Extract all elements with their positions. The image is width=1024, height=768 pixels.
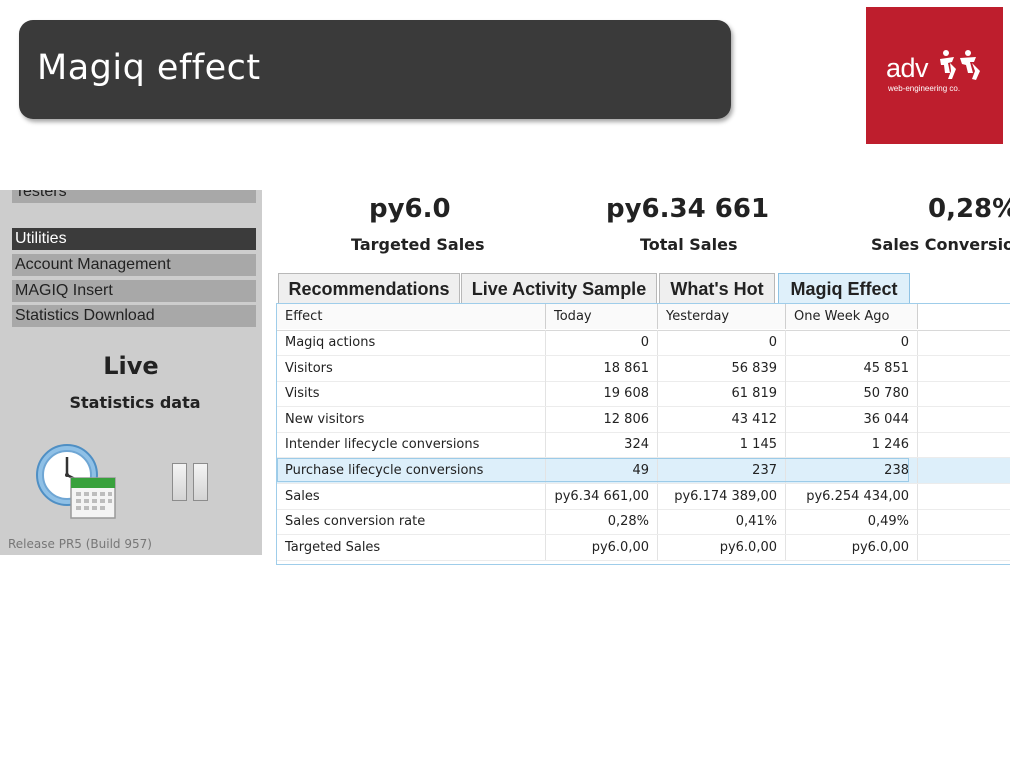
table-row[interactable]: New visitors 12 806 43 412 36 044: [277, 406, 1010, 433]
magiq-effect-table: Effect Today Yesterday One Week Ago Magi…: [276, 303, 1010, 565]
table-row[interactable]: Visits 19 608 61 819 50 780: [277, 381, 1010, 408]
sidebar-item-utilities[interactable]: Utilities: [12, 228, 256, 250]
row-divider: [277, 559, 1010, 561]
row-label-cell: Targeted Sales: [277, 534, 546, 560]
stat-sales-conversion-label: Sales Conversion: [871, 235, 1010, 254]
row-value-cell: 0: [546, 330, 658, 355]
app-screenshot: Testers Utilities Account Management MAG…: [0, 190, 1010, 570]
company-logo: adv web-engineering co.: [866, 7, 1003, 144]
row-value-cell: 56 839: [658, 355, 786, 381]
sidebar-item-testers[interactable]: Testers: [12, 190, 256, 203]
row-value-cell: 0,28%: [546, 509, 658, 535]
stat-sales-conversion-value: 0,28%: [928, 194, 1010, 224]
table-row[interactable]: Sales conversion rate 0,28% 0,41% 0,49%: [277, 509, 1010, 536]
column-header-today[interactable]: Today: [546, 304, 658, 329]
tab-magiq-effect[interactable]: Magiq Effect: [778, 273, 910, 304]
row-label-cell: Visits: [277, 381, 546, 407]
tab-recommendations[interactable]: Recommendations: [278, 273, 460, 303]
row-value-cell: py6.34 661,00: [546, 483, 658, 509]
selection-outline: [277, 458, 909, 482]
slide-title: Magiq effect: [37, 48, 261, 88]
pause-bar-left: [172, 463, 187, 501]
logo-subtitle: web-engineering co.: [888, 84, 961, 93]
sidebar: Testers Utilities Account Management MAG…: [0, 190, 262, 555]
table-row[interactable]: Magiq actions 0 0 0: [277, 330, 1010, 356]
row-value-cell: 0: [658, 330, 786, 355]
row-value-cell: 0,49%: [786, 509, 918, 535]
row-value-cell: 1 145: [658, 432, 786, 458]
table-row[interactable]: Targeted Sales py6.0,00 py6.0,00 py6.0,00: [277, 534, 1010, 561]
column-header-yesterday[interactable]: Yesterday: [658, 304, 786, 329]
row-value-cell: py6.0,00: [786, 534, 918, 560]
table-row[interactable]: Intender lifecycle conversions 324 1 145 1 …: [277, 432, 1010, 459]
row-value-cell: 0: [786, 330, 918, 355]
clock-calendar-icon[interactable]: [33, 442, 121, 524]
table-row[interactable]: Sales py6.34 661,00 py6.174 389,00 py6.254 …: [277, 483, 1010, 510]
row-label-cell: Intender lifecycle conversions: [277, 432, 546, 458]
live-subtitle: Statistics data: [69, 393, 201, 412]
table-row[interactable]: Visitors 18 861 56 839 45 851: [277, 355, 1010, 382]
stat-targeted-sales-value: py6.0: [369, 194, 451, 224]
title-banner: Magiq effect: [19, 20, 731, 119]
sidebar-item-magiq-insert[interactable]: MAGIQ Insert: [12, 280, 256, 302]
row-label-cell: Magiq actions: [277, 330, 546, 355]
row-value-cell: py6.0,00: [658, 534, 786, 560]
row-value-cell: 1 246: [786, 432, 918, 458]
row-label-cell: New visitors: [277, 406, 546, 432]
row-value-cell: 43 412: [658, 406, 786, 432]
row-value-cell: 324: [546, 432, 658, 458]
row-value-cell: py6.254 434,00: [786, 483, 918, 509]
row-value-cell: py6.174 389,00: [658, 483, 786, 509]
sidebar-item-statistics-download[interactable]: Statistics Download: [12, 305, 256, 327]
pause-bar-right: [193, 463, 208, 501]
column-header-effect[interactable]: Effect: [277, 304, 546, 329]
sidebar-item-account-management[interactable]: Account Management: [12, 254, 256, 276]
row-value-cell: 61 819: [658, 381, 786, 407]
row-label-cell: Sales conversion rate: [277, 509, 546, 535]
row-label-cell: Visitors: [277, 355, 546, 381]
row-value-cell: py6.0,00: [546, 534, 658, 560]
live-title: Live: [103, 352, 159, 380]
release-label: Release PR5 (Build 957): [8, 537, 152, 551]
row-value-cell: 45 851: [786, 355, 918, 381]
stat-total-sales-label: Total Sales: [640, 235, 738, 254]
row-value-cell: 19 608: [546, 381, 658, 407]
pause-icon[interactable]: [172, 463, 214, 503]
tab-whats-hot[interactable]: What's Hot: [659, 273, 775, 303]
stat-targeted-sales-label: Targeted Sales: [351, 235, 485, 254]
tab-live-activity-sample[interactable]: Live Activity Sample: [461, 273, 657, 303]
row-value-cell: 0,41%: [658, 509, 786, 535]
row-label-cell: Sales: [277, 483, 546, 509]
stat-total-sales-value: py6.34 661: [606, 194, 770, 224]
row-value-cell: 36 044: [786, 406, 918, 432]
row-value-cell: 12 806: [546, 406, 658, 432]
table-row[interactable]: Purchase lifecycle conversions 49 237 238: [277, 458, 1010, 484]
logo-word: adv: [886, 53, 929, 83]
row-value-cell: 50 780: [786, 381, 918, 407]
row-value-cell: 18 861: [546, 355, 658, 381]
table-header-row: Effect Today Yesterday One Week Ago: [277, 304, 1010, 331]
acrobats-logo-icon: [940, 50, 980, 80]
column-header-one-week-ago[interactable]: One Week Ago: [786, 304, 918, 329]
